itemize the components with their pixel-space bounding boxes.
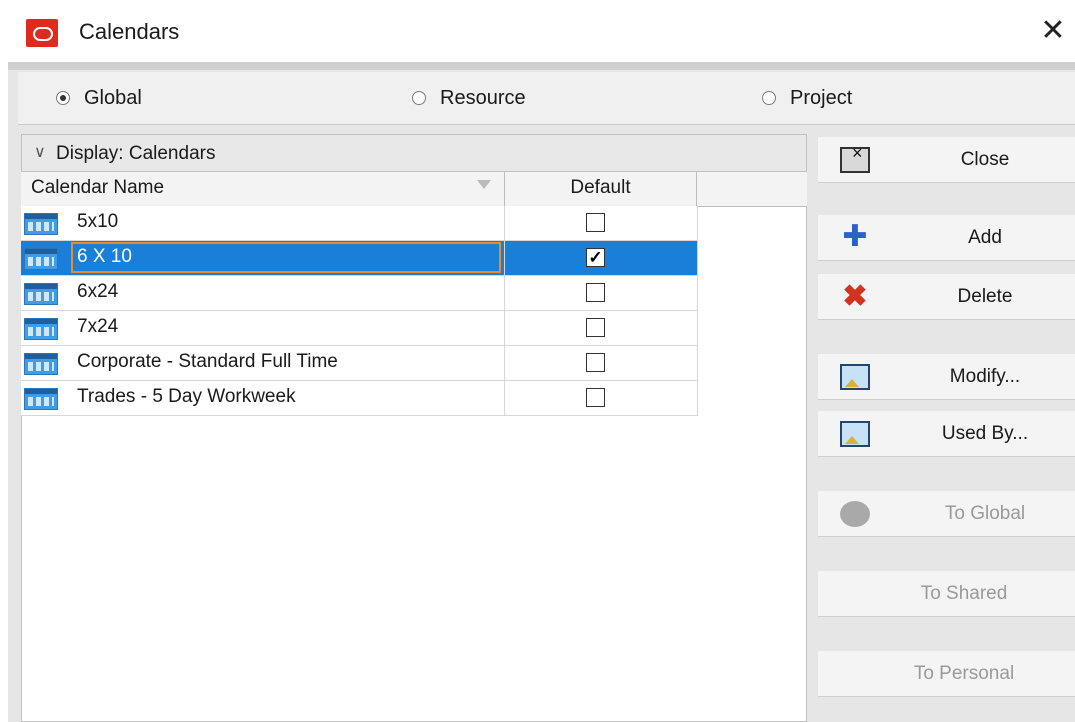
table-row[interactable]: Trades - 5 Day Workweek (21, 381, 698, 416)
radio-circle[interactable] (412, 91, 426, 105)
title-bar: Calendars ✕ (0, 0, 1075, 62)
radio-project[interactable]: Project (762, 72, 852, 124)
default-checkbox[interactable] (586, 213, 605, 232)
calendar-icon (24, 318, 58, 340)
calendar-name-cell[interactable]: Trades - 5 Day Workweek (21, 381, 505, 415)
scope-radio-group: Global Resource Project (18, 72, 1075, 125)
calendar-icon (24, 213, 58, 235)
radio-label: Resource (440, 86, 526, 109)
default-checkbox[interactable]: ✓ (586, 248, 605, 267)
table-header: Calendar Name Default (21, 172, 807, 207)
window-title: Calendars (79, 19, 180, 44)
default-cell: ✓ (505, 241, 698, 275)
frame-edge (8, 62, 1075, 70)
to-global-button[interactable]: To Global (818, 491, 1075, 537)
calendar-name: Corporate - Standard Full Time (77, 351, 338, 372)
table-row[interactable]: 6x24 (21, 276, 698, 311)
default-checkbox[interactable] (586, 318, 605, 337)
calendar-icon (24, 248, 58, 270)
focus-outline (71, 242, 501, 273)
filter-icon[interactable] (477, 180, 491, 189)
default-checkbox[interactable] (586, 353, 605, 372)
calendar-name-cell[interactable]: Corporate - Standard Full Time (21, 346, 505, 380)
default-checkbox[interactable] (586, 283, 605, 302)
column-header-label: Default (570, 177, 631, 198)
button-label: Delete (957, 286, 1013, 307)
chevron-down-icon[interactable]: ∨ (34, 142, 46, 162)
calendar-name-cell[interactable]: 6 X 10 (21, 241, 505, 275)
default-cell (505, 311, 698, 345)
calendar-icon (24, 353, 58, 375)
radio-global[interactable]: Global (56, 72, 142, 124)
button-label: To Shared (920, 583, 1008, 604)
calendar-name: 7x24 (77, 316, 119, 337)
table-row[interactable]: 7x24 (21, 311, 698, 346)
radio-resource[interactable]: Resource (412, 72, 526, 124)
button-label: Modify... (949, 366, 1021, 387)
plus-icon: ✚ (842, 220, 868, 253)
column-header-label: Calendar Name (31, 177, 165, 198)
calendar-name: 6 X 10 (77, 246, 132, 267)
delete-button[interactable]: ✖ Delete (818, 274, 1075, 320)
used-by-button[interactable]: Used By... (818, 411, 1075, 457)
calendar-name-cell[interactable]: 6x24 (21, 276, 505, 310)
app-logo-icon (26, 19, 58, 47)
radio-circle[interactable] (762, 91, 776, 105)
table-row[interactable]: Corporate - Standard Full Time (21, 346, 698, 381)
default-cell (505, 276, 698, 310)
default-cell (505, 381, 698, 415)
radio-label: Project (790, 86, 853, 109)
close-window-icon (840, 143, 870, 173)
column-header-default[interactable]: Default (505, 172, 697, 206)
close-button[interactable]: Close (818, 137, 1075, 183)
calendar-name-cell[interactable]: 5x10 (21, 206, 505, 240)
default-checkbox[interactable] (586, 388, 605, 407)
default-cell (505, 206, 698, 240)
button-label: To Personal (913, 663, 1015, 684)
radio-circle[interactable] (56, 91, 70, 105)
modify-button[interactable]: Modify... (818, 354, 1075, 400)
display-label: Display: Calendars (56, 143, 216, 164)
globe-icon (840, 501, 870, 527)
table-row[interactable]: 5x10 (21, 206, 698, 241)
calendar-name: Trades - 5 Day Workweek (77, 386, 296, 407)
button-label: Add (968, 227, 1002, 248)
add-button[interactable]: ✚ Add (818, 215, 1075, 261)
calendar-table-body: 5x10 6 X 10 ✓ 6x24 7x24 Corporate - Stan… (21, 206, 698, 416)
monitor-icon (840, 364, 870, 390)
calendar-name: 5x10 (77, 211, 119, 232)
to-personal-button[interactable]: To Personal (818, 651, 1075, 697)
delete-x-icon: ✖ (842, 280, 868, 313)
calendar-name: 6x24 (77, 281, 119, 302)
table-row[interactable]: 6 X 10 ✓ (21, 241, 698, 276)
default-cell (505, 346, 698, 380)
display-bar[interactable]: ∨ Display: Calendars (21, 134, 807, 172)
button-label: Used By... (941, 423, 1029, 444)
window-close-button[interactable]: ✕ (1038, 14, 1068, 48)
button-label: Close (960, 149, 1010, 170)
to-shared-button[interactable]: To Shared (818, 571, 1075, 617)
monitor-icon (840, 421, 870, 447)
calendar-icon (24, 388, 58, 410)
calendar-name-cell[interactable]: 7x24 (21, 311, 505, 345)
radio-label: Global (84, 86, 142, 109)
button-label: To Global (944, 503, 1026, 524)
calendar-icon (24, 283, 58, 305)
column-header-calendar-name[interactable]: Calendar Name (21, 172, 505, 206)
